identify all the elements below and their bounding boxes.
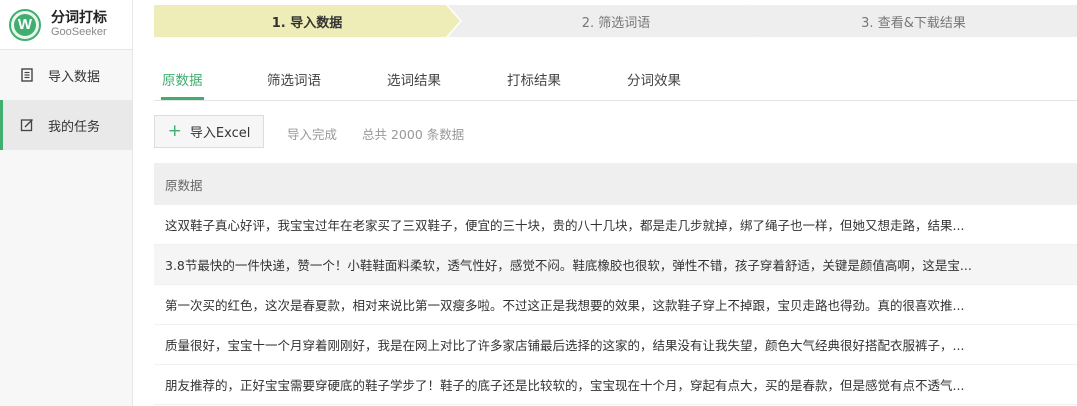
- document-icon: [21, 68, 33, 82]
- sidebar: W 分词打标 GooSeeker 导入数据 我的任务: [0, 0, 133, 406]
- plus-icon: +: [167, 121, 182, 141]
- step-label: 3. 查看&下载结果: [861, 15, 966, 31]
- sidebar-item-label: 我的任务: [48, 119, 101, 135]
- table-cell: 第一次买的红色，这次是春夏款，相对来说比第一双瘦多啦。不过这正是我想要的效果，这…: [165, 298, 965, 313]
- sidebar-item-my-tasks[interactable]: 我的任务: [0, 100, 132, 150]
- table-cell: 朋友推荐的，正好宝宝需要穿硬底的鞋子学步了！鞋子的底子还是比较软的，宝宝现在十个…: [165, 378, 965, 393]
- import-excel-button[interactable]: + 导入Excel: [154, 115, 264, 148]
- app-logo[interactable]: W 分词打标 GooSeeker: [0, 0, 132, 50]
- table-header: 原数据: [154, 163, 1077, 205]
- step-filter-words[interactable]: 2. 筛选词语: [448, 5, 764, 37]
- import-excel-label: 导入Excel: [189, 126, 251, 141]
- import-status: 导入完成: [287, 127, 338, 142]
- edit-icon: [20, 119, 33, 132]
- tab-tagging-result[interactable]: 打标结果: [507, 69, 561, 99]
- step-import-data[interactable]: 1. 导入数据: [154, 5, 460, 37]
- tab-segmentation-effect[interactable]: 分词效果: [627, 69, 681, 99]
- step-label: 2. 筛选词语: [581, 15, 651, 31]
- sidebar-item-label: 导入数据: [48, 69, 101, 85]
- table-row[interactable]: 3.8节最快的一件快递，赞一个！小鞋鞋面料柔软，透气性好，感觉不闷。鞋底橡胶也很…: [154, 245, 1077, 285]
- logo-badge: W: [9, 8, 41, 41]
- progress-steps: 1. 导入数据 2. 筛选词语 3. 查看&下载结果: [154, 5, 1077, 37]
- table-row[interactable]: 质量很好，宝宝十一个月穿着刚刚好，我是在网上对比了许多家店铺最后选择的这家的，结…: [154, 325, 1077, 365]
- logo-letter: W: [14, 13, 36, 36]
- tab-raw-data[interactable]: 原数据: [161, 69, 203, 100]
- table-row[interactable]: 朋友推荐的，正好宝宝需要穿硬底的鞋子学步了！鞋子的底子还是比较软的，宝宝现在十个…: [154, 365, 1077, 405]
- table-row[interactable]: 这双鞋子真心好评，我宝宝过年在老家买了三双鞋子，便宜的三十块，贵的八十几块，都是…: [154, 205, 1077, 245]
- table-cell: 这双鞋子真心好评，我宝宝过年在老家买了三双鞋子，便宜的三十块，贵的八十几块，都是…: [165, 218, 965, 233]
- tab-bar: 原数据 筛选词语 选词结果 打标结果 分词效果: [154, 60, 1077, 101]
- step-view-download[interactable]: 3. 查看&下载结果: [750, 5, 1077, 37]
- table-cell: 质量很好，宝宝十一个月穿着刚刚好，我是在网上对比了许多家店铺最后选择的这家的，结…: [165, 338, 965, 353]
- app-subtitle: GooSeeker: [51, 26, 107, 39]
- tab-selected-words[interactable]: 选词结果: [387, 69, 441, 99]
- table-cell: 3.8节最快的一件快递，赞一个！小鞋鞋面料柔软，透气性好，感觉不闷。鞋底橡胶也很…: [165, 258, 972, 273]
- step-label: 1. 导入数据: [271, 15, 343, 31]
- tab-filter-words[interactable]: 筛选词语: [267, 69, 321, 99]
- raw-data-table: 原数据 这双鞋子真心好评，我宝宝过年在老家买了三双鞋子，便宜的三十块，贵的八十几…: [154, 163, 1077, 405]
- sidebar-item-import-data[interactable]: 导入数据: [0, 50, 132, 100]
- table-row[interactable]: 第一次买的红色，这次是春夏款，相对来说比第一双瘦多啦。不过这正是我想要的效果，这…: [154, 285, 1077, 325]
- record-count: 总共 2000 条数据: [362, 127, 465, 142]
- app-title: 分词打标: [51, 9, 107, 26]
